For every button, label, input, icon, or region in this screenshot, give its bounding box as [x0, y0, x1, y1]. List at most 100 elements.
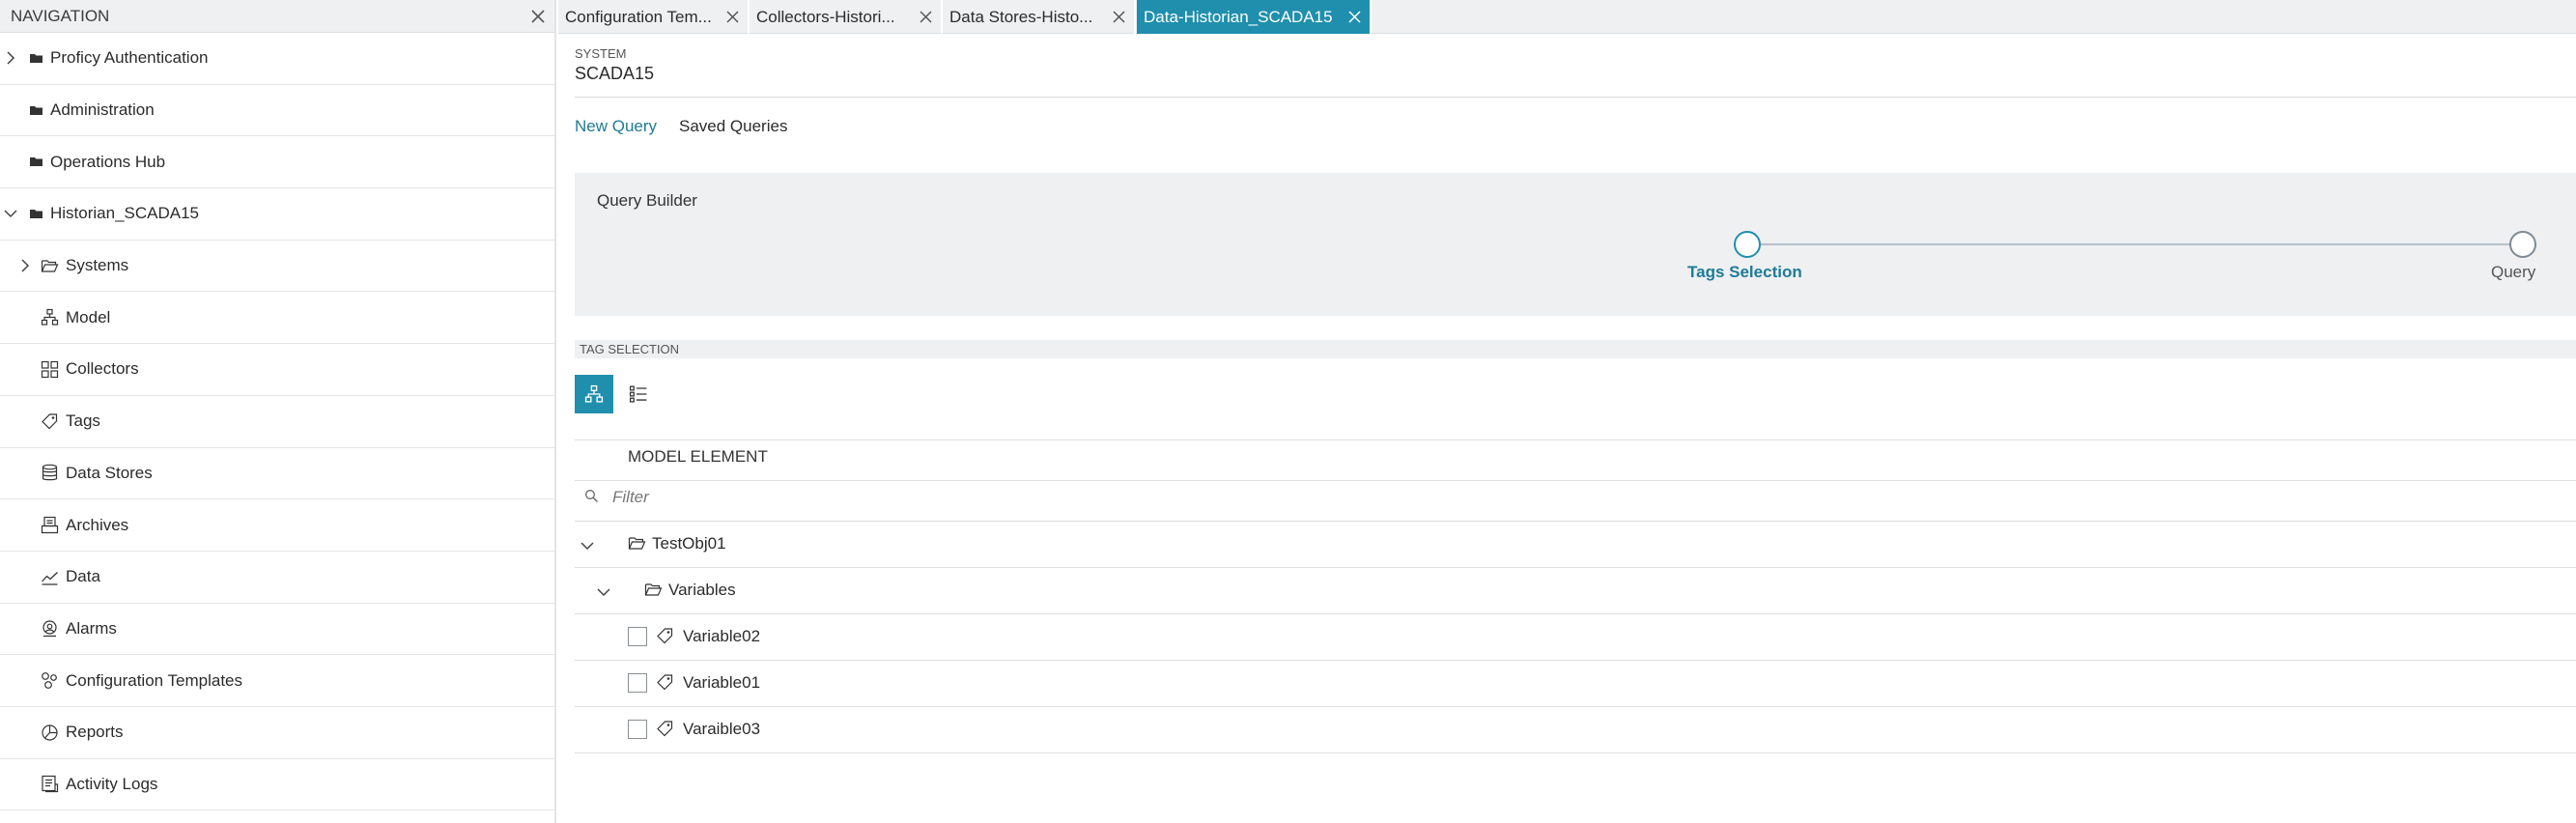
- nav-item-label: Proficy Authentication: [50, 48, 209, 68]
- tree-node-label: Varaible03: [683, 720, 761, 738]
- folder-open-icon: [628, 537, 646, 550]
- folder-icon: [30, 53, 42, 63]
- nav-item-activity-logs[interactable]: Activity Logs: [0, 759, 554, 811]
- nav-item-administration[interactable]: Administration: [0, 85, 554, 137]
- document-tab-bar: Configuration Tem... Collectors-Histori.…: [558, 0, 2576, 34]
- close-icon[interactable]: [918, 9, 934, 25]
- hierarchy-icon: [41, 309, 59, 326]
- divider: [575, 480, 2576, 481]
- tag-icon: [657, 628, 673, 644]
- nav-item-label: Data Stores: [66, 463, 153, 482]
- alarm-icon: [42, 620, 57, 638]
- chevron-down-icon[interactable]: [4, 207, 17, 220]
- folder-icon: [30, 209, 42, 218]
- tab-configuration-templates[interactable]: Configuration Tem...: [558, 0, 750, 34]
- row-checkbox[interactable]: [628, 627, 647, 646]
- nav-item-label: Administration: [50, 100, 155, 120]
- folder-open-icon: [41, 259, 59, 272]
- nav-item-label: Operations Hub: [50, 152, 166, 171]
- close-icon[interactable]: [1111, 9, 1127, 25]
- tab-label: Data-Historian_SCADA15: [1144, 7, 1333, 26]
- close-icon[interactable]: [529, 8, 547, 25]
- tree-node-label: Variables: [668, 581, 736, 599]
- nav-item-label: Systems: [66, 256, 129, 275]
- nav-item-configuration-templates[interactable]: Configuration Templates: [0, 655, 554, 707]
- nav-item-label: Archives: [66, 515, 129, 534]
- nav-item-label: Data: [66, 567, 100, 586]
- config-template-icon: [42, 672, 57, 689]
- close-icon[interactable]: [1346, 9, 1363, 25]
- stepper-line: [1759, 243, 2532, 245]
- nav-item-label: Tags: [66, 412, 100, 431]
- database-icon: [42, 465, 58, 481]
- tag-icon: [657, 721, 673, 737]
- navigation-panel: NAVIGATION Proficy Authentication Admini…: [0, 0, 556, 823]
- nav-item-archives[interactable]: Archives: [0, 499, 554, 552]
- chevron-down-icon[interactable]: [580, 539, 594, 553]
- nav-item-label: Historian_SCADA15: [50, 204, 200, 223]
- tree-node-label: TestObj01: [652, 534, 726, 553]
- list-view-button[interactable]: [619, 375, 658, 413]
- step-label: Tags Selection: [1687, 263, 1802, 281]
- close-icon[interactable]: [724, 9, 741, 25]
- query-tabs: New Query Saved Queries: [575, 98, 2576, 183]
- nav-item-label: Collectors: [66, 359, 139, 379]
- nav-item-tags[interactable]: Tags: [0, 396, 554, 448]
- tree-row-variables[interactable]: Variables: [575, 568, 2576, 614]
- nav-item-data-stores[interactable]: Data Stores: [0, 448, 554, 500]
- chevron-down-icon[interactable]: [597, 585, 610, 599]
- folder-icon: [30, 105, 42, 115]
- nav-item-operations-hub[interactable]: Operations Hub: [0, 136, 554, 189]
- chevron-right-icon[interactable]: [18, 259, 32, 272]
- tag-icon: [657, 674, 673, 691]
- tab-collectors[interactable]: Collectors-Histori...: [750, 0, 943, 34]
- step-query[interactable]: [2509, 231, 2536, 258]
- navigation-header: NAVIGATION: [0, 0, 554, 33]
- tree-row-variable01[interactable]: Variable01: [575, 661, 2576, 707]
- nav-item-model[interactable]: Model: [0, 292, 554, 345]
- nav-item-systems[interactable]: Systems: [0, 241, 554, 293]
- tab-data-stores[interactable]: Data Stores-Histo...: [943, 0, 1136, 34]
- tab-label: Configuration Tem...: [565, 7, 712, 26]
- tag-icon: [42, 413, 58, 430]
- nav-item-historian-scada15[interactable]: Historian_SCADA15: [0, 188, 554, 241]
- folder-icon: [30, 157, 42, 167]
- tab-data-historian-scada15[interactable]: Data-Historian_SCADA15: [1137, 0, 1372, 34]
- tab-saved-queries[interactable]: Saved Queries: [679, 117, 787, 136]
- nav-item-data[interactable]: Data: [0, 552, 554, 604]
- nav-item-label: Reports: [66, 723, 124, 742]
- search-icon: [585, 490, 598, 502]
- tab-new-query[interactable]: New Query: [575, 117, 657, 136]
- nav-item-reports[interactable]: Reports: [0, 707, 554, 759]
- row-checkbox[interactable]: [628, 720, 647, 739]
- filter-input[interactable]: [612, 482, 1192, 513]
- main-content: SYSTEM SCADA15 New Query Saved Queries Q…: [558, 34, 2576, 823]
- column-header-model-element[interactable]: MODEL ELEMENT: [628, 447, 768, 467]
- row-checkbox[interactable]: [628, 673, 647, 693]
- nav-item-label: Configuration Templates: [66, 670, 243, 690]
- tree-row-varaible03[interactable]: Varaible03: [575, 707, 2576, 753]
- step-label: Query: [2491, 263, 2536, 281]
- activity-log-icon: [42, 776, 59, 793]
- tag-selection-header: TAG SELECTION: [575, 340, 2576, 358]
- query-builder-panel: Query Builder Tags Selection Query: [575, 173, 2576, 316]
- hierarchy-icon: [584, 384, 604, 403]
- nav-item-collectors[interactable]: Collectors: [0, 344, 554, 396]
- nav-item-label: Model: [66, 307, 111, 326]
- tree-view-button[interactable]: [575, 375, 613, 413]
- nav-item-label: Alarms: [66, 618, 117, 638]
- line-chart-icon: [42, 571, 58, 585]
- step-tags-selection[interactable]: [1734, 231, 1761, 258]
- chevron-right-icon[interactable]: [4, 51, 17, 65]
- tree-node-label: Variable01: [683, 673, 761, 692]
- report-icon: [42, 724, 58, 741]
- tree-row-variable02[interactable]: Variable02: [575, 614, 2576, 661]
- nav-item-proficy-authentication[interactable]: Proficy Authentication: [0, 33, 554, 85]
- tree-row-testobj01[interactable]: TestObj01: [575, 522, 2576, 568]
- tag-selection-title: TAG SELECTION: [580, 342, 680, 356]
- navigation-title: NAVIGATION: [11, 6, 110, 25]
- system-value: SCADA15: [575, 64, 655, 83]
- query-builder-title: Query Builder: [597, 191, 697, 210]
- nav-item-alarms[interactable]: Alarms: [0, 604, 554, 656]
- archive-icon: [41, 516, 59, 534]
